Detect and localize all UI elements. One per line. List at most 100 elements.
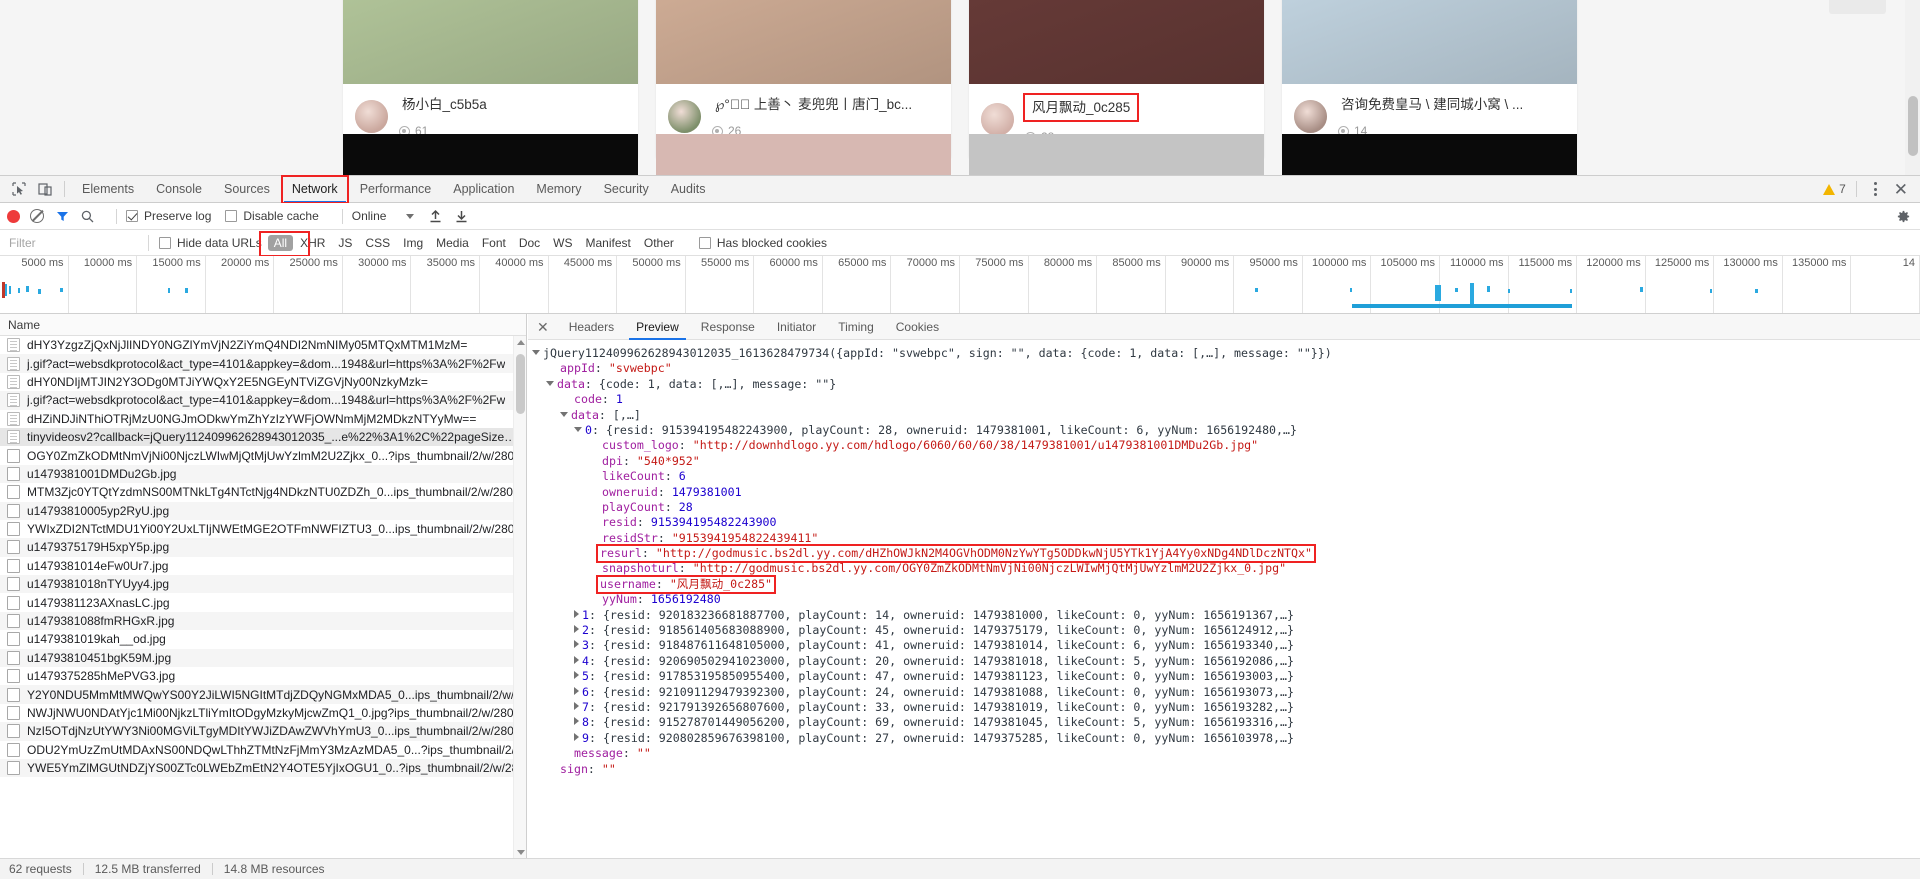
request-row[interactable]: j.gif?act=websdkprotocol&act_type=4101&a… [0,391,526,410]
clear-icon[interactable] [30,209,44,223]
video-thumbnail-partial[interactable] [343,134,638,175]
filter-type-xhr[interactable]: XHR [294,235,331,251]
has-blocked-cookies-toggle[interactable]: Has blocked cookies [698,236,827,250]
expand-toggle-icon[interactable] [574,701,579,710]
request-row[interactable]: u1479381001DMDu2Gb.jpg [0,464,526,484]
request-row[interactable]: u1479381088fmRHGxR.jpg [0,611,526,631]
request-row[interactable]: dHZiNDJiNThiOTRjMzU0NGJmODkwYmZhYzIzYWFj… [0,410,526,428]
toggle-device-toolbar-icon[interactable] [32,176,58,202]
warning-indicator[interactable]: 7 [1823,182,1846,196]
filter-type-ws[interactable]: WS [547,235,578,251]
request-row[interactable]: u1479381018nTYUyy4.jpg [0,575,526,594]
request-row[interactable]: YWE5YmZlMGUtNDZjYS00ZTc0LWEbZmEtN2Y4OTE5… [0,758,526,778]
tab-memory[interactable]: Memory [525,176,592,203]
close-detail-icon[interactable]: ✕ [533,320,558,334]
expand-toggle-icon[interactable] [574,609,579,618]
request-row[interactable]: j.gif?act=websdkprotocol&act_type=4101&a… [0,354,526,373]
detail-tab-cookies[interactable]: Cookies [885,314,950,340]
avatar[interactable] [1294,100,1327,133]
filter-icon[interactable] [56,210,69,223]
video-thumbnail-partial[interactable] [969,134,1264,175]
request-row[interactable]: u1479381123AXnasLC.jpg [0,593,526,611]
request-list-scrollbar[interactable] [513,336,526,859]
filter-type-img[interactable]: Img [397,235,429,251]
hide-data-urls-toggle[interactable]: Hide data URLs [159,236,262,250]
scroll-up-icon[interactable] [517,340,525,345]
tab-network[interactable]: Network [281,176,349,203]
tab-performance[interactable]: Performance [349,176,443,203]
video-username[interactable]: ℘°❁༘ 上善丶 麦兜兜丨唐门_bc... [712,95,915,114]
avatar[interactable] [981,103,1014,136]
expand-toggle-icon[interactable] [574,625,579,634]
chevron-down-icon[interactable] [406,213,415,219]
request-row[interactable]: dHY0NDIjMTJIN2Y3ODg0MTJiYWQxY2E5NGEyNTVi… [0,373,526,391]
tab-elements[interactable]: Elements [71,176,145,203]
filter-type-media[interactable]: Media [430,235,475,251]
filter-type-font[interactable]: Font [476,235,512,251]
settings-gear-icon[interactable] [1896,209,1920,224]
page-scrollbar-thumb[interactable] [1908,96,1918,156]
filter-type-all[interactable]: All [267,234,294,251]
request-row[interactable]: YWIxZDI2NTctMDU1Yi00Y2UxLTIjNWEtMGE2OTFm… [0,520,526,538]
throttle-select[interactable]: Online [352,209,387,223]
detail-tab-timing[interactable]: Timing [827,314,885,340]
filter-type-other[interactable]: Other [638,235,680,251]
request-row[interactable]: OGY0ZmZkODMtNmVjNi00NjczLWIwMjQtMjUwYzlm… [0,446,526,464]
expand-toggle-icon[interactable] [574,686,579,695]
page-top-button[interactable] [1829,0,1886,14]
video-thumbnail[interactable] [969,0,1264,84]
detail-tab-response[interactable]: Response [690,314,766,340]
detail-tab-initiator[interactable]: Initiator [766,314,827,340]
expand-toggle-icon[interactable] [574,655,579,664]
avatar[interactable] [355,100,388,133]
request-row[interactable]: ODU2YmUzZmUtMDAxNS00NDQwLThhZTMtNzFjMmY3… [0,741,526,759]
request-list-scrollbar-thumb[interactable] [516,354,525,414]
expand-toggle-icon[interactable] [574,717,579,726]
import-har-icon[interactable] [428,209,443,224]
record-button[interactable] [7,209,20,223]
scroll-down-icon[interactable] [517,850,525,855]
request-row[interactable]: dHY3YzgzZjQxNjJlINDY0NGZlYmVjN2ZiYmQ4NDI… [0,336,526,354]
expand-toggle-icon[interactable] [574,671,579,680]
preserve-log-toggle[interactable]: Preserve log [126,209,211,223]
filter-type-doc[interactable]: Doc [513,235,546,251]
tab-console[interactable]: Console [145,176,213,203]
expand-toggle-icon[interactable] [532,350,540,355]
video-thumbnail-partial[interactable] [656,134,951,175]
request-row[interactable]: u14793810451bgK59M.jpg [0,648,526,668]
expand-toggle-icon[interactable] [574,426,582,432]
request-row[interactable]: MTM3Zjc0YTQtYzdmNS00MTNkLTg4NTctNjg4NDkz… [0,483,526,501]
preserve-log-checkbox[interactable] [126,210,138,222]
tab-audits[interactable]: Audits [660,176,717,203]
more-options-icon[interactable] [1867,182,1884,196]
expand-toggle-icon[interactable] [560,411,568,417]
expand-toggle-icon[interactable] [574,732,579,741]
detail-tab-headers[interactable]: Headers [558,314,625,340]
request-row[interactable]: u1479381014eFw0Ur7.jpg [0,557,526,575]
request-row[interactable]: u14793810005yp2RyU.jpg [0,501,526,520]
has-blocked-cookies-checkbox[interactable] [698,236,711,249]
hide-data-urls-checkbox[interactable] [159,236,171,249]
video-thumbnail[interactable] [656,0,951,84]
video-username[interactable]: 咨询免费皇马 \ 建同城小窝 \ ... [1338,95,1526,114]
detail-tab-preview[interactable]: Preview [625,314,690,340]
network-overview-timeline[interactable]: 5000 ms 10000 ms 15000 ms 20000 ms 25000 ms 3… [0,256,1920,314]
inspect-element-icon[interactable] [6,176,32,202]
export-har-icon[interactable] [454,209,469,224]
expand-toggle-icon[interactable] [546,380,554,386]
filter-type-js[interactable]: JS [332,235,358,251]
disable-cache-toggle[interactable]: Disable cache [225,209,319,223]
request-row[interactable]: NWJjNWU0NDAtYjc1Mi00NjkzLTliYmItODgyMzky… [0,704,526,722]
filter-type-manifest[interactable]: Manifest [580,235,637,251]
request-row[interactable]: Y2Y0NDU5MmMtMWQwYS00Y2JiLWI5NGItMTdjZDQy… [0,685,526,704]
tab-security[interactable]: Security [593,176,660,203]
close-devtools-icon[interactable]: ✕ [1888,181,1914,198]
disable-cache-checkbox[interactable] [225,210,238,222]
video-thumbnail[interactable] [343,0,638,84]
video-username[interactable]: 风月飘动_0c285 [1022,93,1140,122]
tab-application[interactable]: Application [442,176,525,203]
avatar[interactable] [668,100,701,133]
request-row[interactable]: u1479381019kah__od.jpg [0,630,526,648]
expand-toggle-icon[interactable] [574,640,579,649]
video-thumbnail[interactable] [1282,0,1577,84]
